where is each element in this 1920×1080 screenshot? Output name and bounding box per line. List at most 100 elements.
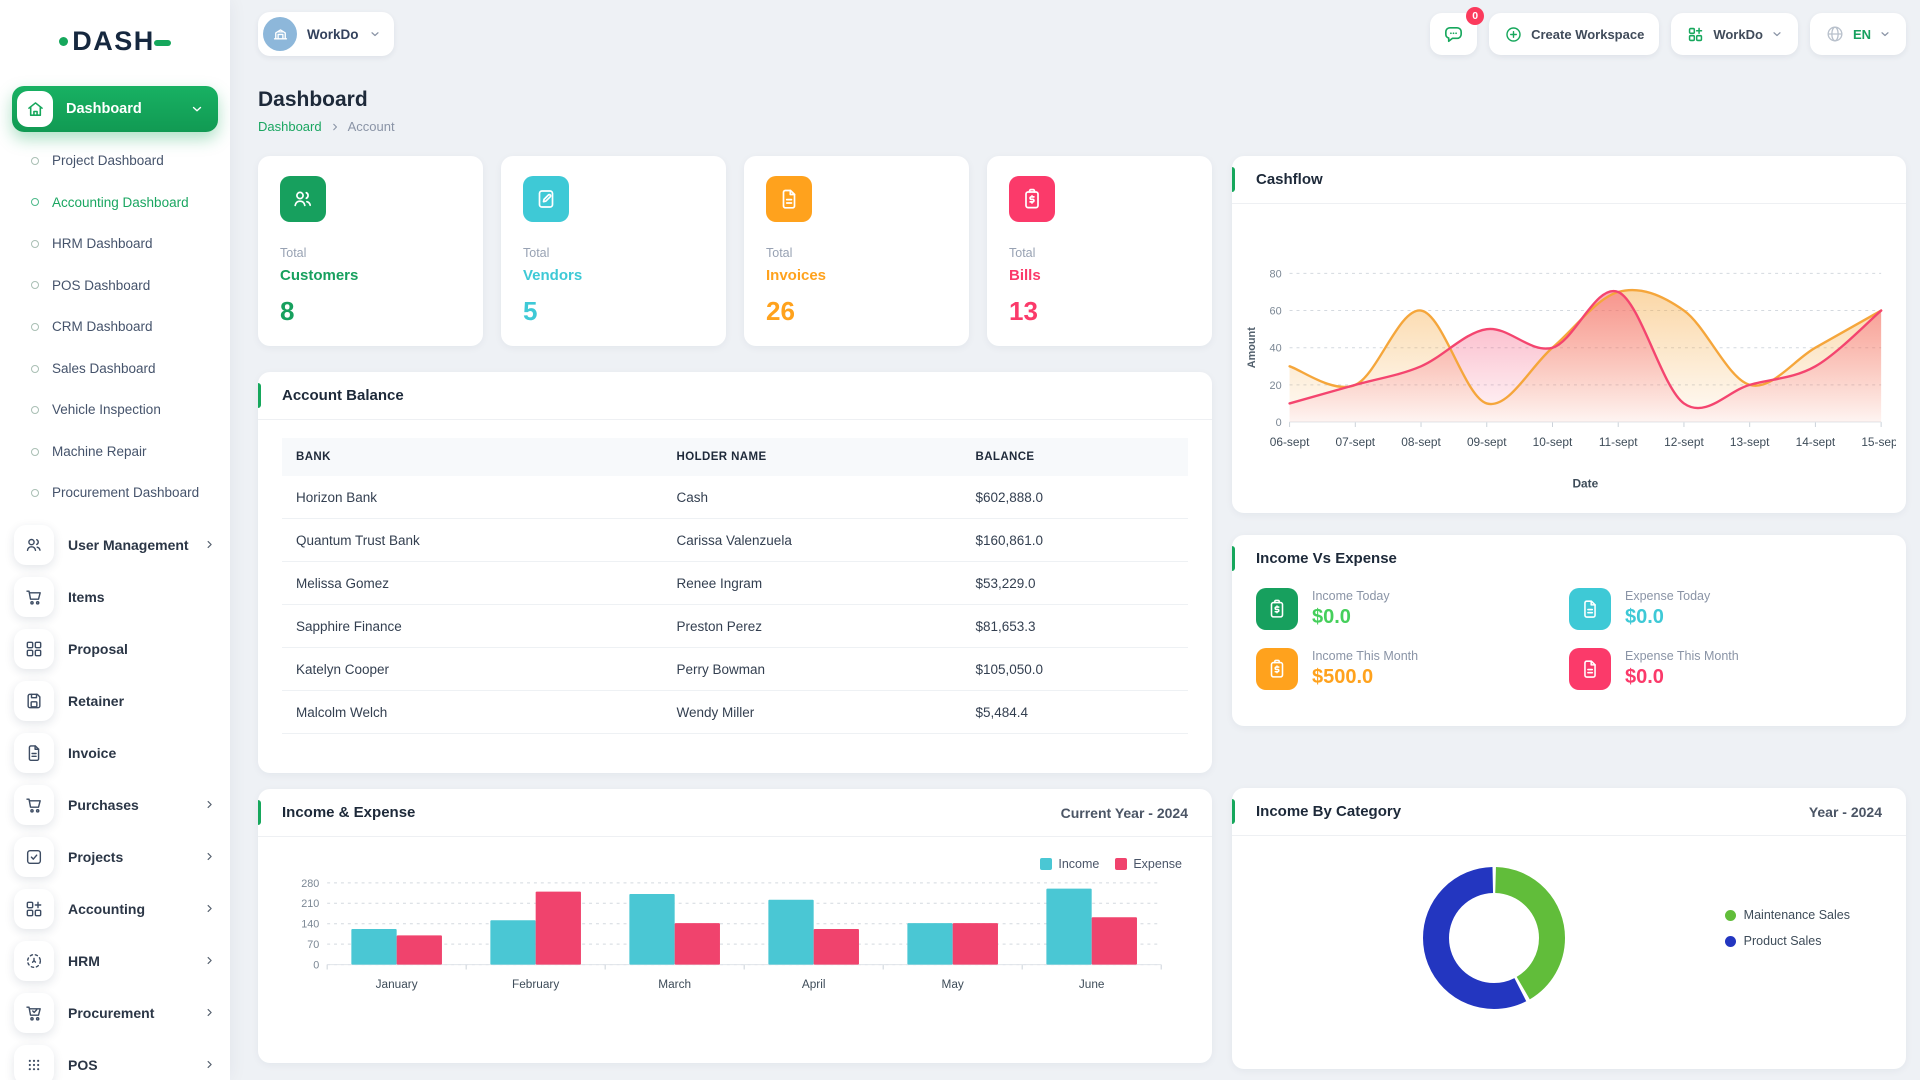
table-cell: $53,229.0 (961, 562, 1188, 605)
check-square-icon (14, 837, 54, 877)
card-subtitle: Year - 2024 (1809, 804, 1882, 820)
legend-entry: Income (1040, 857, 1099, 871)
sidebar-subitem[interactable]: Machine Repair (0, 431, 230, 473)
language-button[interactable]: EN (1810, 13, 1906, 55)
grid-plus-icon (14, 889, 54, 929)
sidebar-item[interactable]: Procurement (14, 992, 216, 1034)
stat-value: 13 (1009, 296, 1190, 327)
sidebar-item[interactable]: User Management (14, 524, 216, 566)
chevron-right-icon (330, 122, 340, 132)
svg-text:210: 210 (301, 898, 319, 910)
dots-grid-icon (14, 1045, 54, 1080)
legend-swatch-icon (1040, 858, 1052, 870)
circle-dots-icon (14, 941, 54, 981)
sidebar-subitem-label: Procurement Dashboard (52, 484, 199, 502)
account-balance-card: Account Balance BANKHOLDER NAMEBALANCE H… (258, 372, 1212, 773)
sidebar-subitem[interactable]: Vehicle Inspection (0, 389, 230, 431)
brand-logo[interactable]: DASH (0, 0, 230, 82)
workdo-button-label: WorkDo (1713, 27, 1763, 42)
sidebar-subitem[interactable]: HRM Dashboard (0, 223, 230, 265)
ive-item-label: Expense This Month (1625, 649, 1739, 663)
sidebar-item[interactable]: HRM (14, 940, 216, 982)
sidebar-subitem[interactable]: Sales Dashboard (0, 348, 230, 390)
column-header: HOLDER NAME (663, 438, 962, 476)
sidebar-item-label: Procurement (68, 1005, 189, 1021)
legend-dot-icon (1725, 910, 1736, 921)
stat-total-label: Total (523, 246, 704, 260)
table-row[interactable]: Katelyn CooperPerry Bowman$105,050.0 (282, 648, 1188, 691)
ive-item-value: $0.0 (1312, 606, 1390, 629)
svg-text:40: 40 (1270, 343, 1282, 355)
notifications-button[interactable]: 0 (1430, 13, 1477, 55)
ive-item-label: Income Today (1312, 589, 1390, 603)
stat-total-label: Total (766, 246, 947, 260)
svg-text:0: 0 (1276, 417, 1282, 429)
ive-item-label: Expense Today (1625, 589, 1710, 603)
sidebar-item[interactable]: Projects (14, 836, 216, 878)
table-row[interactable]: Melissa GomezRenee Ingram$53,229.0 (282, 562, 1188, 605)
sidebar-item[interactable]: Items (14, 576, 216, 618)
stat-name: Vendors (523, 267, 704, 284)
table-row[interactable]: Sapphire FinancePreston Perez$81,653.3 (282, 605, 1188, 648)
cashflow-card: Cashflow 02040608006-sept07-sept08-sept0… (1232, 156, 1906, 513)
breadcrumb-dashboard[interactable]: Dashboard (258, 119, 322, 134)
svg-text:February: February (512, 977, 559, 991)
chevron-down-icon (1879, 28, 1891, 40)
svg-text:11-sept: 11-sept (1599, 435, 1638, 449)
svg-text:09-sept: 09-sept (1467, 435, 1507, 449)
sidebar-item[interactable]: Retainer (14, 680, 216, 722)
breadcrumb-account: Account (348, 119, 395, 134)
sidebar-item-dashboard[interactable]: Dashboard (12, 86, 218, 132)
sidebar-subitem[interactable]: Accounting Dashboard (0, 182, 230, 224)
workspace-switcher[interactable]: WorkDo (258, 12, 394, 56)
sidebar-menu: User Management Items Proposal Retainer … (0, 524, 230, 1080)
language-label: EN (1853, 27, 1871, 42)
legend-swatch-icon (1115, 858, 1127, 870)
column-header: BALANCE (961, 438, 1188, 476)
chevron-right-icon (203, 538, 216, 551)
topbar-actions: 0 Create Workspace WorkDo (1430, 13, 1906, 55)
sidebar-item-label: Items (68, 589, 216, 605)
sidebar-item[interactable]: Invoice (14, 732, 216, 774)
card-title: Account Balance (282, 387, 404, 404)
clipboard-dollar-icon (1009, 176, 1055, 222)
sidebar-subitem-label: Accounting Dashboard (52, 194, 189, 212)
circle-bullet-icon (31, 323, 39, 331)
create-workspace-button[interactable]: Create Workspace (1489, 13, 1659, 55)
sidebar-subitem[interactable]: Project Dashboard (0, 140, 230, 182)
svg-text:0: 0 (313, 960, 319, 972)
workdo-apps-button[interactable]: WorkDo (1671, 13, 1798, 55)
svg-text:13-sept: 13-sept (1730, 435, 1770, 449)
chevron-right-icon (203, 954, 216, 967)
table-cell: $105,050.0 (961, 648, 1188, 691)
table-row[interactable]: Malcolm WelchWendy Miller$5,484.4 (282, 691, 1188, 734)
table-row[interactable]: Quantum Trust BankCarissa Valenzuela$160… (282, 519, 1188, 562)
table-cell: $5,484.4 (961, 691, 1188, 734)
stat-card: Total Invoices 26 (744, 156, 969, 346)
svg-text:Date: Date (1572, 476, 1598, 490)
sidebar-item[interactable]: Purchases (14, 784, 216, 826)
sidebar-subitem[interactable]: CRM Dashboard (0, 306, 230, 348)
sidebar: DASH Dashboard Project Dashboard Account… (0, 0, 230, 1080)
sidebar-subitem[interactable]: POS Dashboard (0, 265, 230, 307)
table-row[interactable]: Horizon BankCash$602,888.0 (282, 476, 1188, 519)
sidebar-subitem[interactable]: Procurement Dashboard (0, 472, 230, 514)
sidebar-item[interactable]: POS (14, 1044, 216, 1080)
svg-text:April: April (802, 977, 826, 991)
table-cell: Quantum Trust Bank (282, 519, 663, 562)
table-cell: Sapphire Finance (282, 605, 663, 648)
ive-item-value: $0.0 (1625, 606, 1710, 629)
circle-bullet-icon (31, 406, 39, 414)
table-cell: Preston Perez (663, 605, 962, 648)
column-header: BANK (282, 438, 663, 476)
sidebar-item[interactable]: Accounting (14, 888, 216, 930)
income-vs-expense-card: Income Vs Expense Income Today $0.0 Expe… (1232, 535, 1906, 726)
svg-text:14-sept: 14-sept (1796, 435, 1836, 449)
logo-text: DASH (72, 26, 155, 57)
content-columns: Total Customers 8 Total Vendors 5 Total … (258, 156, 1906, 1069)
svg-text:20: 20 (1270, 380, 1282, 392)
svg-text:15-sept: 15-sept (1861, 435, 1896, 449)
sidebar-item[interactable]: Proposal (14, 628, 216, 670)
table-header-row: BANKHOLDER NAMEBALANCE (282, 438, 1188, 476)
chevron-right-icon (203, 850, 216, 863)
